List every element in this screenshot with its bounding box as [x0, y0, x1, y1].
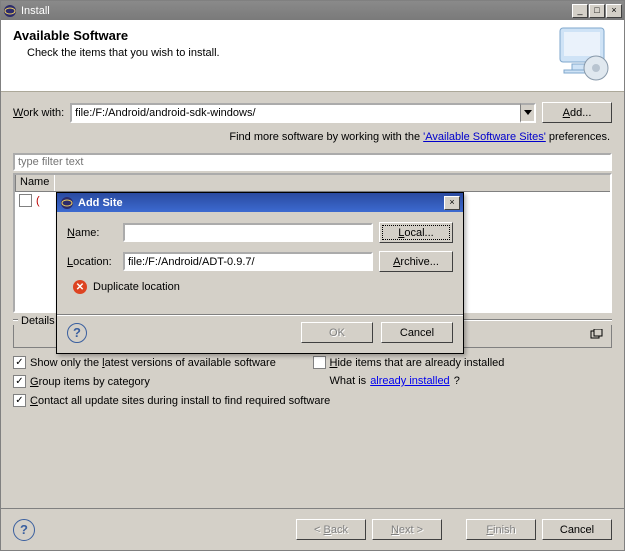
- error-icon: ✕: [73, 280, 87, 294]
- close-button[interactable]: ×: [606, 4, 622, 18]
- checkbox-icon[interactable]: ✓: [13, 375, 26, 388]
- dialog-titlebar: Add Site ×: [57, 193, 463, 212]
- column-name[interactable]: Name: [15, 175, 55, 191]
- checkbox-icon[interactable]: ✓: [13, 356, 26, 369]
- install-window: Install _ □ × Available Software Check t…: [0, 0, 625, 551]
- site-name-input[interactable]: [123, 223, 373, 242]
- chevron-down-icon: [524, 110, 532, 116]
- already-installed-hint: What is already installed?: [313, 375, 613, 387]
- work-with-input[interactable]: [70, 103, 520, 123]
- cancel-button[interactable]: Cancel: [542, 519, 612, 540]
- eclipse-icon: [60, 196, 74, 210]
- available-sites-hint: Find more software by working with the '…: [13, 131, 610, 143]
- table-header: Name: [15, 175, 610, 192]
- already-installed-link[interactable]: already installed: [370, 375, 450, 387]
- location-label: Location:: [67, 256, 117, 268]
- maximize-button[interactable]: □: [589, 4, 605, 18]
- details-restore-icon[interactable]: [589, 329, 605, 341]
- details-label: Details: [18, 315, 58, 327]
- banner-subtitle: Check the items that you wish to install…: [13, 47, 612, 59]
- row-checkbox[interactable]: [19, 194, 32, 207]
- add-site-dialog: Add Site × Name: Local... Location: Arch…: [56, 192, 464, 354]
- site-location-input[interactable]: [123, 252, 373, 271]
- opt-hide-installed[interactable]: Hide items that are already installed: [313, 356, 613, 369]
- local-button[interactable]: Local...: [379, 222, 453, 243]
- archive-button[interactable]: Archive...: [379, 251, 453, 272]
- opt-group-by-category[interactable]: ✓ Group items by category: [13, 375, 313, 388]
- checkbox-icon[interactable]: [313, 356, 326, 369]
- dialog-help-icon[interactable]: ?: [67, 323, 87, 343]
- opt-contact-all-sites[interactable]: ✓ Contact all update sites during instal…: [13, 394, 612, 407]
- dialog-ok-button: OK: [301, 322, 373, 343]
- next-button: Next >: [372, 519, 442, 540]
- work-with-label: Work with:: [13, 107, 64, 119]
- opt-show-latest[interactable]: ✓ Show only the latest versions of avail…: [13, 356, 313, 369]
- name-label: Name:: [67, 227, 117, 239]
- checkbox-icon[interactable]: ✓: [13, 394, 26, 407]
- minimize-button[interactable]: _: [572, 4, 588, 18]
- banner-image-icon: [550, 24, 614, 84]
- row-partial-text: (: [36, 195, 40, 207]
- work-with-row: Work with: AAdd...dd...: [13, 102, 612, 123]
- wizard-banner: Available Software Check the items that …: [1, 20, 624, 92]
- dialog-cancel-button[interactable]: Cancel: [381, 322, 453, 343]
- back-button: < Back: [296, 519, 366, 540]
- add-site-button[interactable]: AAdd...dd...: [542, 102, 612, 123]
- work-with-combo[interactable]: [70, 103, 536, 123]
- eclipse-icon: [3, 4, 17, 18]
- work-with-dropdown-button[interactable]: [520, 103, 536, 123]
- dialog-title: Add Site: [78, 197, 444, 209]
- dialog-close-button[interactable]: ×: [444, 196, 460, 210]
- finish-button: Finish: [466, 519, 536, 540]
- banner-title: Available Software: [13, 28, 612, 43]
- error-text: Duplicate location: [93, 281, 180, 293]
- help-icon[interactable]: ?: [13, 519, 35, 541]
- window-title: Install: [21, 5, 572, 17]
- available-software-sites-link[interactable]: 'Available Software Sites': [423, 131, 546, 143]
- window-titlebar: Install _ □ ×: [1, 1, 624, 20]
- filter-input[interactable]: [13, 153, 612, 171]
- error-row: ✕ Duplicate location: [73, 280, 453, 294]
- wizard-footer: ? < Back Next > Finish Cancel: [1, 508, 624, 550]
